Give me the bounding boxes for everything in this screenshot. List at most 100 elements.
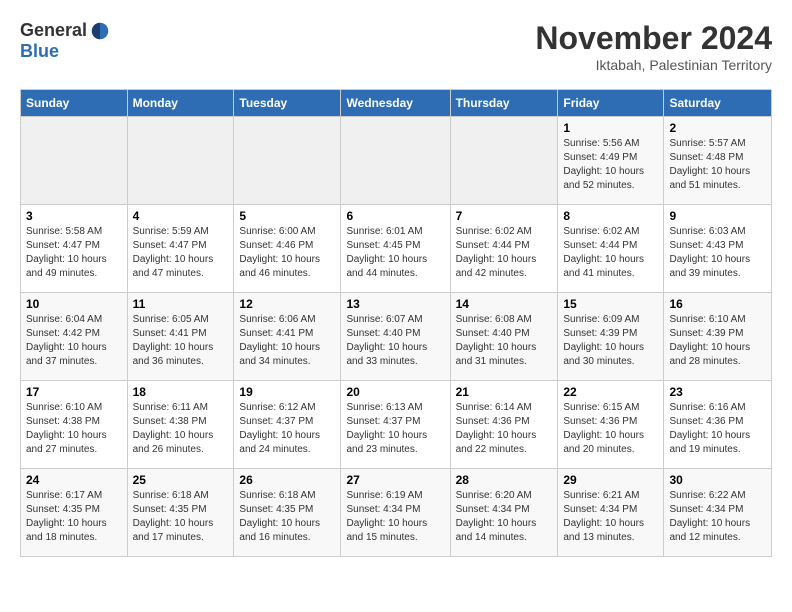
day-info: Sunrise: 6:01 AM Sunset: 4:45 PM Dayligh… [346,225,444,281]
day-info: Sunrise: 6:08 AM Sunset: 4:40 PM Dayligh… [456,313,553,369]
day-info: Sunrise: 6:20 AM Sunset: 4:34 PM Dayligh… [456,489,553,545]
calendar-cell [21,117,128,205]
day-number: 18 [133,385,229,399]
logo-icon [89,20,111,42]
logo-general-text: General [20,21,87,41]
calendar-cell: 9 Sunrise: 6:03 AM Sunset: 4:43 PM Daylig… [664,205,772,293]
day-header-saturday: Saturday [664,90,772,117]
calendar-cell: 28 Sunrise: 6:20 AM Sunset: 4:34 PM Dayli… [450,469,558,557]
day-number: 25 [133,473,229,487]
day-info: Sunrise: 6:17 AM Sunset: 4:35 PM Dayligh… [26,489,122,545]
day-info: Sunrise: 5:57 AM Sunset: 4:48 PM Dayligh… [669,137,766,193]
day-info: Sunrise: 6:21 AM Sunset: 4:34 PM Dayligh… [563,489,658,545]
day-info: Sunrise: 6:05 AM Sunset: 4:41 PM Dayligh… [133,313,229,369]
day-info: Sunrise: 5:56 AM Sunset: 4:49 PM Dayligh… [563,137,658,193]
calendar-body: 1 Sunrise: 5:56 AM Sunset: 4:49 PM Daylig… [21,117,772,557]
day-number: 21 [456,385,553,399]
calendar-cell [341,117,450,205]
day-info: Sunrise: 6:22 AM Sunset: 4:34 PM Dayligh… [669,489,766,545]
calendar-cell: 24 Sunrise: 6:17 AM Sunset: 4:35 PM Dayli… [21,469,128,557]
day-number: 20 [346,385,444,399]
day-info: Sunrise: 6:10 AM Sunset: 4:38 PM Dayligh… [26,401,122,457]
day-number: 26 [239,473,335,487]
day-info: Sunrise: 6:03 AM Sunset: 4:43 PM Dayligh… [669,225,766,281]
day-info: Sunrise: 6:15 AM Sunset: 4:36 PM Dayligh… [563,401,658,457]
day-info: Sunrise: 6:16 AM Sunset: 4:36 PM Dayligh… [669,401,766,457]
calendar-header: SundayMondayTuesdayWednesdayThursdayFrid… [21,90,772,117]
day-number: 4 [133,209,229,223]
calendar-cell [450,117,558,205]
calendar-week-1: 1 Sunrise: 5:56 AM Sunset: 4:49 PM Daylig… [21,117,772,205]
day-number: 11 [133,297,229,311]
calendar-week-3: 10 Sunrise: 6:04 AM Sunset: 4:42 PM Dayli… [21,293,772,381]
calendar-cell: 6Sunrise: 6:01 AM Sunset: 4:45 PM Daylig… [341,205,450,293]
calendar-cell: 1 Sunrise: 5:56 AM Sunset: 4:49 PM Daylig… [558,117,664,205]
day-info: Sunrise: 6:00 AM Sunset: 4:46 PM Dayligh… [239,225,335,281]
day-number: 1 [563,121,658,135]
day-info: Sunrise: 6:11 AM Sunset: 4:38 PM Dayligh… [133,401,229,457]
calendar-cell: 4Sunrise: 5:59 AM Sunset: 4:47 PM Daylig… [127,205,234,293]
day-number: 19 [239,385,335,399]
calendar-cell: 23 Sunrise: 6:16 AM Sunset: 4:36 PM Dayli… [664,381,772,469]
day-info: Sunrise: 6:13 AM Sunset: 4:37 PM Dayligh… [346,401,444,457]
day-info: Sunrise: 6:02 AM Sunset: 4:44 PM Dayligh… [563,225,658,281]
title-area: November 2024 Iktabah, Palestinian Terri… [535,20,772,73]
day-header-thursday: Thursday [450,90,558,117]
day-number: 10 [26,297,122,311]
day-number: 15 [563,297,658,311]
day-info: Sunrise: 6:14 AM Sunset: 4:36 PM Dayligh… [456,401,553,457]
day-header-wednesday: Wednesday [341,90,450,117]
calendar-cell: 3Sunrise: 5:58 AM Sunset: 4:47 PM Daylig… [21,205,128,293]
calendar-cell: 20 Sunrise: 6:13 AM Sunset: 4:37 PM Dayli… [341,381,450,469]
calendar-cell [234,117,341,205]
day-number: 9 [669,209,766,223]
logo: General Blue [20,20,111,62]
calendar-cell: 26 Sunrise: 6:18 AM Sunset: 4:35 PM Dayli… [234,469,341,557]
day-number: 17 [26,385,122,399]
day-number: 7 [456,209,553,223]
day-header-friday: Friday [558,90,664,117]
day-header-monday: Monday [127,90,234,117]
day-number: 16 [669,297,766,311]
day-info: Sunrise: 6:04 AM Sunset: 4:42 PM Dayligh… [26,313,122,369]
calendar-cell: 25Sunrise: 6:18 AM Sunset: 4:35 PM Dayli… [127,469,234,557]
day-number: 2 [669,121,766,135]
calendar-cell: 15 Sunrise: 6:09 AM Sunset: 4:39 PM Dayli… [558,293,664,381]
calendar-cell: 22 Sunrise: 6:15 AM Sunset: 4:36 PM Dayli… [558,381,664,469]
day-info: Sunrise: 6:09 AM Sunset: 4:39 PM Dayligh… [563,313,658,369]
header: General Blue November 2024 Iktabah, Pale… [20,20,772,73]
calendar-cell: 29Sunrise: 6:21 AM Sunset: 4:34 PM Dayli… [558,469,664,557]
calendar-cell [127,117,234,205]
calendar-week-2: 3Sunrise: 5:58 AM Sunset: 4:47 PM Daylig… [21,205,772,293]
calendar-cell: 27Sunrise: 6:19 AM Sunset: 4:34 PM Dayli… [341,469,450,557]
day-number: 30 [669,473,766,487]
day-info: Sunrise: 6:10 AM Sunset: 4:39 PM Dayligh… [669,313,766,369]
calendar-cell: 2 Sunrise: 5:57 AM Sunset: 4:48 PM Daylig… [664,117,772,205]
calendar-cell: 30 Sunrise: 6:22 AM Sunset: 4:34 PM Dayli… [664,469,772,557]
day-info: Sunrise: 6:06 AM Sunset: 4:41 PM Dayligh… [239,313,335,369]
day-number: 28 [456,473,553,487]
calendar-cell: 10 Sunrise: 6:04 AM Sunset: 4:42 PM Dayli… [21,293,128,381]
day-info: Sunrise: 6:02 AM Sunset: 4:44 PM Dayligh… [456,225,553,281]
calendar-cell: 5 Sunrise: 6:00 AM Sunset: 4:46 PM Daylig… [234,205,341,293]
day-number: 3 [26,209,122,223]
calendar-week-4: 17 Sunrise: 6:10 AM Sunset: 4:38 PM Dayli… [21,381,772,469]
calendar-table: SundayMondayTuesdayWednesdayThursdayFrid… [20,89,772,557]
day-header-row: SundayMondayTuesdayWednesdayThursdayFrid… [21,90,772,117]
day-info: Sunrise: 6:19 AM Sunset: 4:34 PM Dayligh… [346,489,444,545]
day-number: 5 [239,209,335,223]
day-number: 22 [563,385,658,399]
day-number: 12 [239,297,335,311]
month-title: November 2024 [535,20,772,57]
day-info: Sunrise: 6:07 AM Sunset: 4:40 PM Dayligh… [346,313,444,369]
day-number: 23 [669,385,766,399]
calendar-cell: 21 Sunrise: 6:14 AM Sunset: 4:36 PM Dayli… [450,381,558,469]
day-number: 24 [26,473,122,487]
calendar-cell: 16 Sunrise: 6:10 AM Sunset: 4:39 PM Dayli… [664,293,772,381]
logo-blue-text: Blue [20,41,59,61]
calendar-week-5: 24 Sunrise: 6:17 AM Sunset: 4:35 PM Dayli… [21,469,772,557]
day-info: Sunrise: 6:18 AM Sunset: 4:35 PM Dayligh… [239,489,335,545]
day-header-tuesday: Tuesday [234,90,341,117]
day-info: Sunrise: 6:12 AM Sunset: 4:37 PM Dayligh… [239,401,335,457]
calendar-cell: 17 Sunrise: 6:10 AM Sunset: 4:38 PM Dayli… [21,381,128,469]
